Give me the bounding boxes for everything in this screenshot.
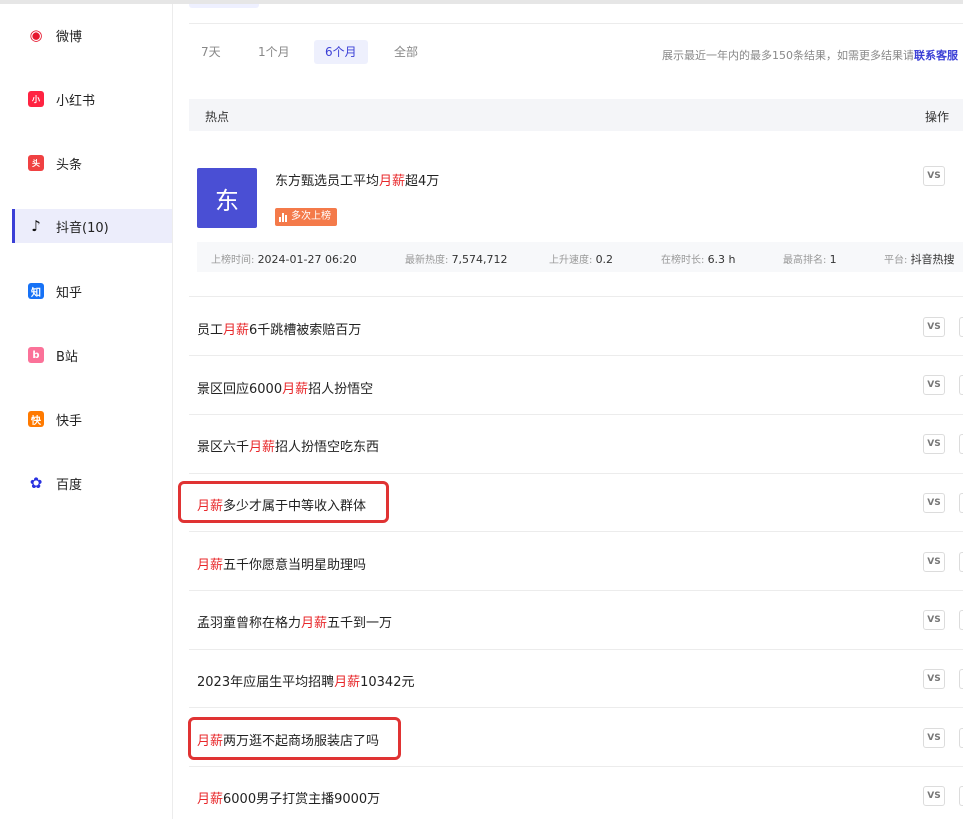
- kuaishou-icon: 快: [28, 411, 44, 427]
- meta-top-rank: 最高排名: 1: [783, 253, 837, 266]
- vs-compare-button[interactable]: VS: [923, 317, 945, 337]
- sidebar-item-label: 百度: [56, 478, 83, 493]
- result-limit-notice: 展示最近一年内的最多150条结果，如需更多结果请联系客服: [662, 47, 958, 63]
- sidebar-item-douyin[interactable]: ♪ 抖音(10): [12, 209, 172, 243]
- scrolled-element-stub: [189, 4, 259, 8]
- divider: [189, 355, 963, 356]
- badge-label: 多次上榜: [291, 211, 331, 222]
- meta-rise-speed: 上升速度: 0.2: [549, 253, 614, 266]
- tab-all[interactable]: 全部: [383, 40, 429, 64]
- meta-latest-heat: 最新热度: 7,574,712: [405, 253, 508, 266]
- action-button[interactable]: [959, 786, 963, 806]
- table-header: 热点 操作: [189, 99, 963, 131]
- tab-1month[interactable]: 1个月: [247, 40, 301, 64]
- vs-compare-button[interactable]: VS: [923, 493, 945, 513]
- bar-chart-icon: [279, 212, 287, 222]
- tab-7days[interactable]: 7天: [190, 40, 232, 64]
- divider: [189, 766, 963, 767]
- divider: [189, 473, 963, 474]
- platform-sidebar: ◉ 微博 小 小红书 头 头条 ♪ 抖音(10) 知 知乎 b B站 快 快手 …: [0, 4, 173, 819]
- sidebar-item-zhihu[interactable]: 知 知乎: [12, 274, 172, 308]
- action-button[interactable]: [959, 317, 963, 337]
- list-item[interactable]: 景区回应6000月薪招人扮悟空: [197, 378, 373, 397]
- meta-rank-time: 上榜时间: 2024-01-27 06:20: [211, 253, 357, 266]
- action-button[interactable]: [959, 728, 963, 748]
- highlight-box: [178, 481, 389, 523]
- xiaohongshu-icon: 小: [28, 91, 44, 107]
- highlight-box: [188, 717, 401, 760]
- main-content: 7天 1个月 6个月 全部 展示最近一年内的最多150条结果，如需更多结果请联系…: [173, 4, 963, 819]
- divider: [189, 296, 963, 297]
- multi-ranked-badge: 多次上榜: [275, 208, 337, 226]
- divider: [189, 531, 963, 532]
- keyword-highlight: 月薪: [379, 174, 406, 189]
- vs-compare-button[interactable]: VS: [923, 610, 945, 630]
- sidebar-item-xiaohongshu[interactable]: 小 小红书: [12, 82, 172, 116]
- divider: [189, 590, 963, 591]
- divider: [189, 414, 963, 415]
- action-button[interactable]: [959, 493, 963, 513]
- list-item[interactable]: 2023年应届生平均招聘月薪10342元: [197, 671, 414, 690]
- sidebar-item-label: 微博: [56, 30, 83, 45]
- contact-support-link[interactable]: 联系客服: [914, 49, 958, 62]
- bilibili-icon: b: [28, 347, 44, 363]
- sidebar-item-baidu[interactable]: ✿ 百度: [12, 466, 172, 500]
- meta-platform: 平台: 抖音热搜: [884, 253, 955, 266]
- sidebar-item-label: 小红书: [56, 94, 96, 109]
- vs-compare-button[interactable]: VS: [923, 786, 945, 806]
- column-action: 操作: [925, 110, 950, 124]
- action-button[interactable]: [959, 610, 963, 630]
- divider: [189, 707, 963, 708]
- vs-compare-button[interactable]: VS: [923, 552, 945, 572]
- vs-compare-button[interactable]: VS: [923, 375, 945, 395]
- divider: [189, 23, 963, 24]
- meta-duration: 在榜时长: 6.3 h: [661, 253, 736, 266]
- sidebar-item-label: 快手: [56, 414, 83, 429]
- sidebar-item-label: B站: [56, 350, 78, 365]
- featured-topic-title[interactable]: 东方甄选员工平均月薪超4万: [275, 170, 439, 189]
- notice-text: 展示最近一年内的最多150条结果，如需更多结果请: [662, 49, 914, 62]
- action-button[interactable]: [959, 669, 963, 689]
- sidebar-item-kuaishou[interactable]: 快 快手: [12, 402, 172, 436]
- title-text: 东方甄选员工平均: [275, 174, 380, 189]
- vs-compare-button[interactable]: VS: [923, 728, 945, 748]
- topic-avatar: 东: [197, 168, 257, 228]
- action-button[interactable]: [959, 375, 963, 395]
- douyin-icon: ♪: [31, 217, 41, 235]
- list-item[interactable]: 月薪6000男子打赏主播9000万: [197, 788, 380, 807]
- sidebar-item-toutiao[interactable]: 头 头条: [12, 146, 172, 180]
- action-button[interactable]: [959, 434, 963, 454]
- action-button[interactable]: [959, 552, 963, 572]
- weibo-icon: ◉: [29, 26, 43, 44]
- vs-compare-button[interactable]: VS: [923, 434, 945, 454]
- list-item[interactable]: 月薪五千你愿意当明星助理吗: [197, 554, 366, 573]
- vs-compare-button[interactable]: VS: [923, 669, 945, 689]
- sidebar-item-label: 头条: [56, 158, 83, 173]
- baidu-icon: ✿: [29, 474, 43, 492]
- divider: [189, 649, 963, 650]
- list-item[interactable]: 员工月薪6千跳槽被索赔百万: [197, 319, 361, 338]
- zhihu-icon: 知: [28, 283, 44, 299]
- toutiao-icon: 头: [28, 155, 44, 171]
- sidebar-item-label: 抖音(10): [56, 221, 109, 236]
- sidebar-item-bilibili[interactable]: b B站: [12, 338, 172, 372]
- title-text: 超4万: [405, 174, 440, 189]
- tab-6months[interactable]: 6个月: [314, 40, 368, 64]
- list-item[interactable]: 孟羽童曾称在格力月薪五千到一万: [197, 612, 392, 631]
- featured-metadata: 上榜时间: 2024-01-27 06:20 最新热度: 7,574,712 上…: [197, 242, 963, 272]
- sidebar-item-weibo[interactable]: ◉ 微博: [12, 18, 172, 52]
- column-hotspot: 热点: [205, 110, 230, 124]
- sidebar-item-label: 知乎: [56, 286, 83, 301]
- list-item[interactable]: 景区六千月薪招人扮悟空吃东西: [197, 436, 379, 455]
- vs-compare-button[interactable]: VS: [923, 166, 945, 186]
